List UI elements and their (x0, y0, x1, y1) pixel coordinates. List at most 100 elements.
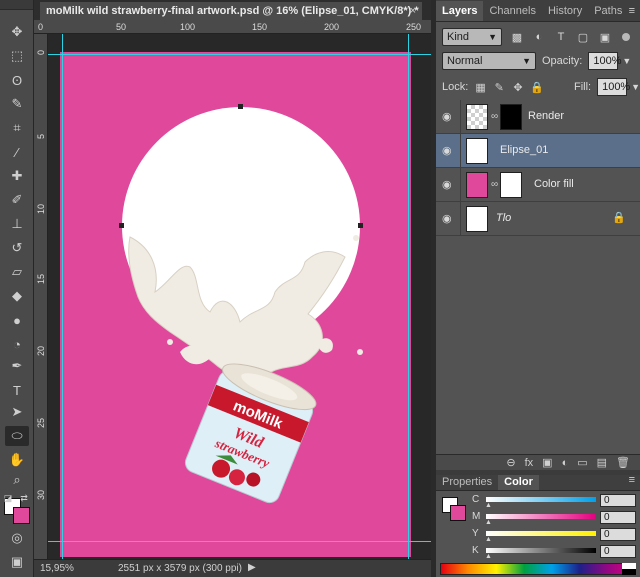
tab-color[interactable]: Color (498, 475, 539, 490)
fx-icon[interactable]: fx (525, 457, 534, 469)
swap-colors-icon[interactable]: ⇄ (18, 488, 30, 508)
tab-layers[interactable]: Layers (436, 1, 484, 21)
opacity-input[interactable]: 100% (588, 52, 622, 70)
color-spectrum-bar[interactable] (440, 563, 636, 575)
guide-horizontal[interactable] (48, 541, 431, 542)
filter-shape-icon[interactable]: ▢ (576, 30, 590, 44)
horizontal-ruler[interactable]: 0 50 100 150 200 250 (34, 20, 431, 34)
eye-icon[interactable]: ◉ (442, 212, 456, 226)
eye-icon[interactable]: ◉ (442, 110, 456, 124)
filter-toggle-icon[interactable] (622, 33, 630, 41)
lasso-tool-icon[interactable]: ʘ (5, 70, 29, 90)
layer-row-render[interactable]: ◉ ∞ Render (436, 100, 640, 134)
yellow-slider[interactable] (486, 531, 596, 536)
slider-knob-icon[interactable]: ▲ (485, 553, 492, 560)
slider-knob-icon[interactable]: ▲ (485, 519, 492, 526)
quick-mask-icon[interactable]: ◎ (5, 528, 29, 548)
eye-icon[interactable]: ◉ (442, 144, 456, 158)
screen-mode-icon[interactable]: ▣ (5, 552, 29, 572)
crop-tool-icon[interactable]: ⌗ (5, 118, 29, 138)
hand-tool-icon[interactable]: ✋ (5, 450, 29, 470)
close-tab-icon[interactable]: × (410, 2, 416, 20)
add-mask-icon[interactable]: ▣ (542, 456, 552, 469)
layer-thumbnail (466, 206, 488, 232)
black-white-swatch[interactable] (622, 563, 636, 575)
black-slider[interactable] (486, 548, 596, 553)
chain-link-icon[interactable]: ∞ (491, 179, 498, 190)
tab-channels[interactable]: Channels (483, 1, 541, 21)
eraser-tool-icon[interactable]: ▱ (5, 262, 29, 282)
fill-slider-arrow-icon[interactable]: ▼ (631, 82, 640, 92)
layer-row-color-fill[interactable]: ◉ ∞ Color fill (436, 168, 640, 202)
history-brush-tool-icon[interactable]: ↺ (5, 238, 29, 258)
chain-link-icon[interactable]: ∞ (491, 111, 498, 122)
cyan-input[interactable]: 0 (600, 494, 636, 507)
canvas-area[interactable]: 0 50 100 150 200 250 0 5 10 15 20 25 30 (34, 20, 431, 559)
layer-mask-thumbnail[interactable] (500, 104, 522, 130)
lock-pixels-icon[interactable]: ✎ (493, 80, 506, 94)
quick-select-tool-icon[interactable]: ✎ (5, 94, 29, 114)
path-selection-tool-icon[interactable]: ➤ (5, 402, 29, 422)
filter-type-icon[interactable]: T (554, 30, 568, 44)
layer-row-tlo[interactable]: ◉ Tlo 🔒 (436, 202, 640, 236)
eye-icon[interactable]: ◉ (442, 178, 456, 192)
black-input[interactable]: 0 (600, 545, 636, 558)
ellipse-tool-icon[interactable]: ⬭ (5, 426, 29, 446)
move-tool-icon[interactable]: ✥ (5, 22, 29, 42)
marquee-tool-icon[interactable]: ⬚ (5, 46, 29, 66)
yellow-input[interactable]: 0 (600, 528, 636, 541)
layer-row-elipse[interactable]: ◉ Elipse_01 (436, 134, 640, 168)
default-colors-icon[interactable]: ◪ (2, 488, 14, 508)
layer-name: Color fill (534, 178, 574, 190)
document-tab[interactable]: moMilk wild strawberry-final artwork.psd… (40, 2, 422, 20)
zoom-level[interactable]: 15,95% (40, 563, 74, 574)
brush-tool-icon[interactable]: ✐ (5, 190, 29, 210)
status-bar: 15,95% 2551 px x 3579 px (300 ppi) ▶ (34, 559, 431, 577)
blur-tool-icon[interactable]: ● (5, 310, 29, 330)
artboard[interactable]: moMilk Wild strawberry (60, 52, 411, 557)
fill-input[interactable]: 100% (597, 78, 630, 96)
tools-panel-grip[interactable] (0, 0, 33, 10)
tab-history[interactable]: History (542, 1, 588, 21)
link-layers-icon[interactable]: ⊖ (506, 456, 515, 469)
lock-transparency-icon[interactable]: ▦ (474, 80, 487, 94)
delete-layer-icon[interactable]: 🗑 (616, 456, 630, 469)
filter-smart-object-icon[interactable]: ▣ (598, 30, 612, 44)
eyedropper-tool-icon[interactable]: ⁄ (5, 142, 29, 162)
tab-properties[interactable]: Properties (436, 475, 498, 490)
slider-knob-icon[interactable]: ▲ (485, 502, 492, 509)
filter-pixel-icon[interactable]: ▩ (510, 30, 524, 44)
lock-all-icon[interactable]: 🔒 (530, 80, 544, 94)
type-tool-icon[interactable]: T (5, 380, 29, 400)
magenta-input[interactable]: 0 (600, 511, 636, 524)
lock-row: Lock: ▦ ✎ ✥ 🔒 Fill: 100% ▼ (436, 78, 640, 96)
guide-vertical[interactable] (62, 34, 63, 559)
vertical-ruler[interactable]: 0 5 10 15 20 25 30 (34, 34, 48, 559)
opacity-slider-arrow-icon[interactable]: ▼ (622, 56, 631, 66)
panel-menu-icon[interactable]: ≡ (629, 470, 635, 490)
status-menu-arrow-icon[interactable]: ▶ (248, 562, 256, 573)
new-group-icon[interactable]: ▭ (577, 456, 587, 469)
pen-tool-icon[interactable]: ✒ (5, 356, 29, 376)
magenta-slider[interactable] (486, 514, 596, 519)
background-color-swatch[interactable] (13, 507, 30, 524)
lock-position-icon[interactable]: ✥ (512, 80, 525, 94)
zoom-tool-icon[interactable]: ⌕ (5, 470, 29, 490)
layer-mask-thumbnail[interactable] (500, 172, 522, 198)
guide-horizontal[interactable] (48, 54, 431, 55)
healing-brush-tool-icon[interactable]: ✚ (5, 166, 29, 186)
guide-vertical[interactable] (408, 34, 409, 559)
filter-kind-select[interactable]: Kind ▼ (442, 28, 502, 46)
new-layer-icon[interactable]: ▤ (597, 456, 607, 469)
dodge-tool-icon[interactable]: ◔ (5, 334, 29, 354)
cyan-slider[interactable] (486, 497, 596, 502)
tab-paths[interactable]: Paths (588, 1, 628, 21)
color-background-swatch[interactable] (450, 505, 466, 521)
panel-menu-icon[interactable]: ≡ (629, 1, 635, 21)
paint-bucket-tool-icon[interactable]: ◆ (5, 286, 29, 306)
adjustment-layer-icon[interactable]: ◐ (562, 457, 569, 469)
clone-stamp-tool-icon[interactable]: ⊥ (5, 214, 29, 234)
filter-adjustment-icon[interactable]: ◐ (532, 30, 546, 44)
slider-knob-icon[interactable]: ▲ (485, 536, 492, 543)
blend-mode-select[interactable]: Normal ▼ (442, 52, 536, 70)
